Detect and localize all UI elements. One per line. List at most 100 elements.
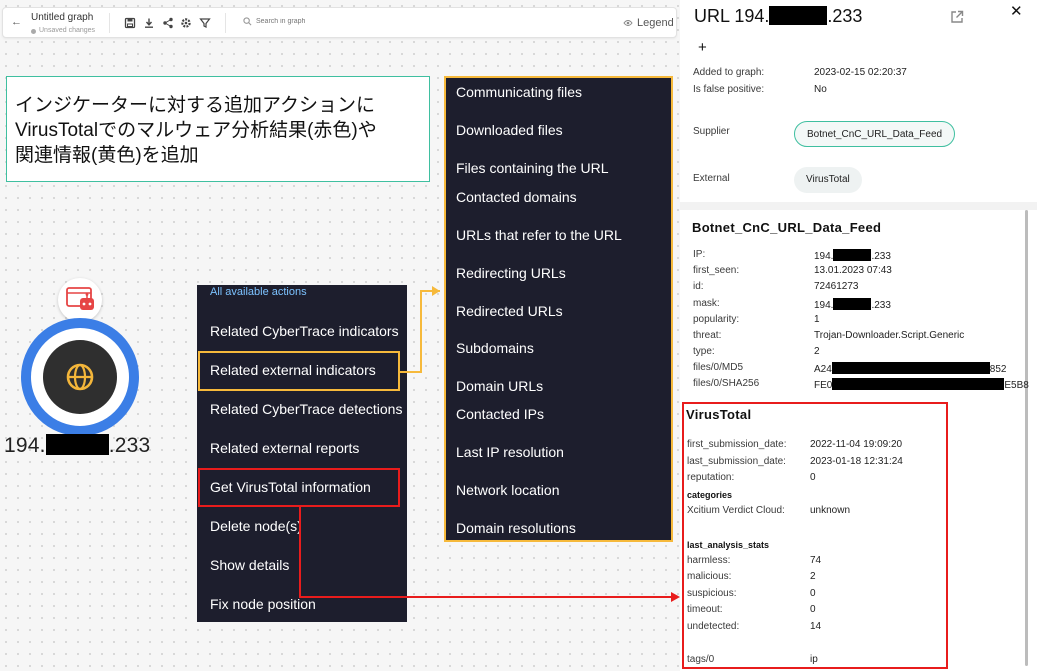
share-icon[interactable]: [162, 17, 174, 29]
feed-type-label: type:: [693, 346, 715, 357]
submenu-item-urls-refer-to-url[interactable]: URLs that refer to the URL: [456, 227, 622, 243]
vt-tags-value: ip: [810, 654, 818, 665]
submenu-item-redirected-urls[interactable]: Redirected URLs: [456, 303, 563, 319]
redaction-block: [833, 298, 872, 310]
panel-title-prefix: URL 194.: [694, 6, 770, 26]
feed-ip-label: IP:: [693, 249, 706, 260]
menu-item-related-cybertrace-detections[interactable]: Related CyberTrace detections: [210, 401, 402, 417]
legend-icon: [623, 20, 633, 26]
graph-toolbar: ← Untitled graph Unsaved changes L: [2, 7, 677, 38]
vt-last-submission-value: 2023-01-18 12:31:24: [810, 456, 903, 467]
filter-icon[interactable]: [199, 17, 211, 29]
feed-popularity-label: popularity:: [693, 314, 740, 325]
panel-title: URL 194. .233: [694, 6, 862, 27]
save-status-text: Unsaved changes: [39, 27, 96, 34]
feed-threat-label: threat:: [693, 330, 722, 341]
feed-threat-value: Trojan-Downloader.Script.Generic: [814, 330, 965, 341]
graph-title[interactable]: Untitled graph: [31, 12, 95, 24]
feed-sha256-label: files/0/SHA256: [693, 378, 760, 389]
search-icon: [243, 17, 252, 26]
submenu-item-downloaded-files[interactable]: Downloaded files: [456, 122, 563, 138]
panel-scrollbar[interactable]: [1025, 210, 1028, 666]
false-positive-value: No: [814, 84, 827, 95]
node-badge[interactable]: [58, 278, 102, 322]
external-indicators-submenu: Communicating files Downloaded files Fil…: [444, 76, 673, 542]
feed-first-seen-value: 13.01.2023 07:43: [814, 265, 892, 276]
search-input[interactable]: [256, 18, 376, 25]
graph-title-block: Untitled graph Unsaved changes: [31, 12, 95, 37]
menu-item-related-external-reports[interactable]: Related external reports: [210, 440, 359, 456]
menu-header[interactable]: All available actions: [210, 286, 307, 298]
annotation-line: VirusTotalでのマルウェア分析結果(赤色)や: [15, 120, 377, 141]
virustotal-section-title: VirusTotal: [686, 407, 752, 422]
feed-ip-value: 194. .233: [814, 249, 891, 262]
menu-item-show-details[interactable]: Show details: [210, 557, 289, 573]
feed-md5-label: files/0/MD5: [693, 362, 744, 373]
open-external-icon[interactable]: [950, 10, 964, 24]
submenu-item-network-location[interactable]: Network location: [456, 482, 560, 498]
vt-first-submission-value: 2022-11-04 19:09:20: [810, 439, 903, 450]
redaction-block: [832, 378, 1005, 390]
vt-categories-heading: categories: [687, 490, 733, 500]
vt-malicious-value: 2: [810, 571, 816, 582]
menu-item-delete-nodes[interactable]: Delete node(s): [210, 518, 302, 534]
menu-item-related-cybertrace-indicators[interactable]: Related CyberTrace indicators: [210, 323, 399, 339]
vt-last-submission-label: last_submission_date:: [687, 456, 786, 467]
submenu-item-last-ip-resolution[interactable]: Last IP resolution: [456, 444, 564, 460]
submenu-item-contacted-ips[interactable]: Contacted IPs: [456, 406, 544, 422]
vt-stats-heading: last_analysis_stats: [687, 540, 770, 550]
save-status: Unsaved changes: [31, 25, 95, 37]
vt-timeout-value: 0: [810, 604, 816, 615]
redaction-block: [45, 434, 109, 455]
redaction-block: [831, 362, 990, 374]
feed-id-value: 72461273: [814, 281, 859, 292]
vt-undetected-value: 14: [810, 621, 822, 632]
submenu-item-subdomains[interactable]: Subdomains: [456, 340, 534, 356]
feed-md5-value: A24 852: [814, 362, 1007, 375]
red-arrowhead-icon: [671, 592, 680, 602]
submenu-item-redirecting-urls[interactable]: Redirecting URLs: [456, 265, 566, 281]
vt-suspicious-value: 0: [810, 588, 816, 599]
vt-harmless-label: harmless:: [687, 555, 731, 566]
download-icon[interactable]: [143, 17, 155, 29]
save-icon[interactable]: [124, 17, 136, 29]
close-button[interactable]: ✕: [1010, 2, 1023, 20]
globe-icon: [66, 363, 94, 391]
add-button[interactable]: +: [698, 39, 707, 56]
submenu-item-communicating-files[interactable]: Communicating files: [456, 84, 582, 100]
settings-icon[interactable]: [180, 17, 192, 29]
supplier-label: Supplier: [693, 126, 730, 137]
vt-reputation-label: reputation:: [687, 472, 735, 483]
vt-xcitium-value: unknown: [810, 505, 851, 516]
feed-id-label: id:: [693, 281, 704, 292]
feed-mask-label: mask:: [693, 298, 720, 309]
supplier-chip[interactable]: Botnet_CnC_URL_Data_Feed: [794, 121, 956, 147]
vt-xcitium-label: Xcitium Verdict Cloud:: [687, 505, 785, 516]
yellow-arrowhead-icon: [432, 286, 440, 296]
external-label: External: [693, 173, 730, 184]
added-label: Added to graph:: [693, 67, 765, 78]
external-chip[interactable]: VirusTotal: [794, 167, 862, 193]
highlight-box-yellow: [198, 351, 400, 391]
submenu-item-domain-urls[interactable]: Domain URLs: [456, 378, 543, 394]
submenu-item-contacted-domains[interactable]: Contacted domains: [456, 189, 577, 205]
vt-suspicious-label: suspicious:: [687, 588, 737, 599]
legend-label: Legend: [637, 17, 674, 29]
feed-type-value: 2: [814, 346, 820, 357]
panel-title-suffix: .233: [827, 6, 863, 26]
node-label: 194. .233: [4, 434, 150, 458]
highlight-box-red: [198, 468, 400, 507]
added-value: 2023-02-15 02:20:37: [814, 67, 907, 78]
search-box[interactable]: [243, 17, 376, 26]
menu-item-fix-node-position[interactable]: Fix node position: [210, 596, 316, 612]
feed-first-seen-label: first_seen:: [693, 265, 740, 276]
feed-section-title: Botnet_CnC_URL_Data_Feed: [692, 220, 882, 235]
vt-reputation-value: 0: [810, 472, 816, 483]
submenu-item-files-containing-url[interactable]: Files containing the URL: [456, 160, 609, 176]
submenu-item-domain-resolutions[interactable]: Domain resolutions: [456, 520, 576, 536]
legend-button[interactable]: Legend: [623, 17, 674, 29]
context-menu: All available actions Related CyberTrace…: [197, 285, 407, 622]
toolbar-divider: [109, 13, 110, 33]
back-button[interactable]: ←: [11, 16, 22, 28]
redaction-block: [769, 6, 828, 25]
